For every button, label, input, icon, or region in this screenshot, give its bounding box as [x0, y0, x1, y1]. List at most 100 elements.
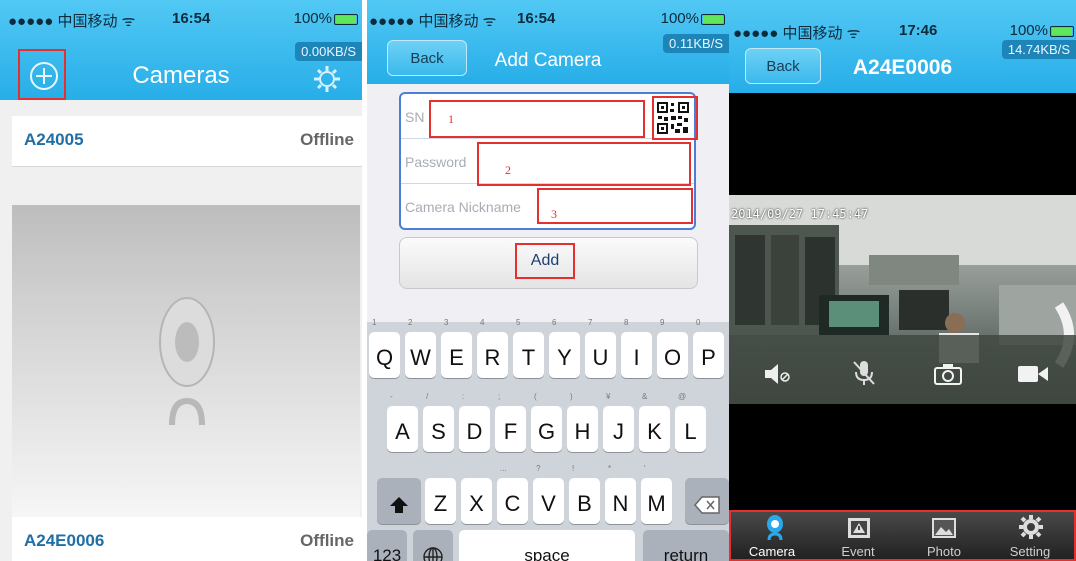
- key-i[interactable]: 8I: [621, 318, 652, 378]
- camera-row[interactable]: A24E0006 Offline: [12, 517, 362, 561]
- key-label: N: [612, 491, 629, 516]
- key-l[interactable]: @ L: [675, 392, 706, 452]
- camera-logo-icon: [159, 297, 215, 426]
- record-button[interactable]: [1017, 363, 1049, 385]
- camera-name: A24E0006: [24, 531, 105, 550]
- key-label: B: [577, 491, 592, 516]
- key-c[interactable]: ... C: [497, 464, 528, 524]
- key-hint: 5: [516, 318, 521, 327]
- key-hint: 2: [408, 318, 413, 327]
- key-o[interactable]: 9O: [657, 318, 688, 378]
- key-label: P: [701, 345, 716, 370]
- tab-bar: Camera Event Photo Setting: [729, 510, 1076, 561]
- key-w[interactable]: 2W: [405, 318, 436, 378]
- key-label: R: [484, 345, 501, 370]
- annotation-number: 3: [551, 207, 557, 221]
- key-label: V: [541, 491, 556, 516]
- key-hint: *: [608, 464, 612, 473]
- key-a[interactable]: -A: [387, 392, 418, 452]
- key-hint: 3: [444, 318, 449, 327]
- key-n[interactable]: * N: [605, 464, 636, 524]
- speaker-mute-icon: [765, 364, 790, 384]
- key-hint: -: [390, 392, 393, 401]
- key-label: Q: [375, 345, 394, 370]
- key-z[interactable]: Z: [425, 478, 456, 524]
- clock-label: 17:46: [899, 22, 938, 39]
- key-y[interactable]: 6Y: [549, 318, 580, 378]
- language-key[interactable]: [413, 530, 453, 561]
- key-u[interactable]: 7U: [585, 318, 616, 378]
- carrier-label: ●●●●● 中国移动 ᯤ: [8, 13, 136, 30]
- camera-thumbnail[interactable]: [12, 205, 360, 517]
- key-k[interactable]: & K: [639, 392, 670, 452]
- battery-percent: 100%: [1009, 22, 1048, 39]
- navigation-bar: ●●●●● 中国移动 ᯤ 16:54 100% 0.00KB/S Cameras: [0, 0, 362, 100]
- annotation-number: 1: [448, 112, 454, 126]
- key-hint: 7: [588, 318, 593, 327]
- key-m[interactable]: ' M: [641, 464, 672, 524]
- key-t[interactable]: 5T: [513, 318, 544, 378]
- battery-status: 100%: [1010, 22, 1074, 39]
- key-hint: 1: [372, 318, 377, 327]
- page-title: A24E0006: [852, 56, 953, 79]
- annotation-number: 2: [505, 163, 511, 177]
- battery-status: 100%: [661, 10, 725, 27]
- key-label: S: [431, 419, 446, 444]
- key-label: O: [663, 345, 682, 370]
- return-key[interactable]: return: [643, 530, 729, 561]
- camera-icon: [934, 364, 962, 385]
- key-label: W: [410, 345, 431, 370]
- space-key[interactable]: space: [459, 530, 635, 561]
- camera-row[interactable]: A24005 Offline: [12, 116, 362, 167]
- key-hint: 9: [660, 318, 665, 327]
- key-hint: 8: [624, 318, 629, 327]
- snapshot-button[interactable]: [934, 363, 962, 385]
- key-label: Y: [557, 345, 572, 370]
- add-button-label: Add: [530, 252, 560, 269]
- shift-key[interactable]: [377, 478, 421, 524]
- key-d[interactable]: :D: [459, 392, 490, 452]
- key-label: I: [633, 345, 640, 370]
- key-s[interactable]: / S: [423, 392, 454, 452]
- key-r[interactable]: 4R: [477, 318, 508, 378]
- video-timestamp: 2014/09/27 17:45:47: [731, 207, 869, 221]
- microphone-off-icon: [853, 361, 875, 385]
- numbers-key[interactable]: 123: [367, 530, 407, 561]
- key-p[interactable]: 0P: [693, 318, 724, 378]
- settings-button[interactable]: [312, 64, 342, 94]
- highlight-nickname: [537, 188, 693, 224]
- key-hint: 4: [480, 318, 485, 327]
- key-e[interactable]: 3E: [441, 318, 472, 378]
- key-hint: ?: [536, 464, 541, 473]
- battery-percent: 100%: [293, 10, 332, 27]
- password-placeholder: Password: [405, 154, 467, 170]
- key-h[interactable]: ) H: [567, 392, 598, 452]
- key-label: C: [504, 491, 521, 516]
- key-hint: ¥: [606, 392, 611, 401]
- key-label: G: [537, 419, 556, 444]
- key-hint: :: [462, 392, 465, 401]
- keyboard: 1 Q 2 W 3 E 4 R 5 T 6 Y 7 U 8 I 9 O 0 P - A / S: D; F(G) H ¥ J & K @ L Z X…: [367, 318, 729, 561]
- key-f[interactable]: ; F: [495, 392, 526, 452]
- battery-status: 100%: [294, 10, 358, 27]
- key-v[interactable]: ? V: [533, 464, 564, 524]
- key-b[interactable]: ! B: [569, 464, 600, 524]
- battery-icon: [701, 13, 725, 25]
- microphone-button[interactable]: [851, 359, 877, 387]
- key-hint: (: [534, 392, 537, 401]
- video-feed[interactable]: 2014/09/27 17:45:47: [729, 195, 1076, 404]
- shift-arrow-icon: [390, 497, 408, 514]
- delete-key[interactable]: [685, 478, 729, 524]
- gear-icon: [314, 66, 340, 92]
- key-j[interactable]: ¥ J: [603, 392, 634, 452]
- navigation-bar: ●●●●● 中国移动 ᯤ 16:54 100% 0.11KB/S Back Ad…: [367, 0, 729, 84]
- key-q[interactable]: 1Q: [369, 318, 400, 378]
- backspace-icon: [694, 496, 720, 514]
- key-hint: !: [572, 464, 575, 473]
- key-x[interactable]: X: [461, 478, 492, 524]
- key-label: L: [684, 419, 697, 444]
- mute-button[interactable]: [763, 361, 793, 387]
- key-hint: @: [678, 392, 687, 401]
- key-g[interactable]: (G: [531, 392, 562, 452]
- battery-icon: [334, 13, 358, 25]
